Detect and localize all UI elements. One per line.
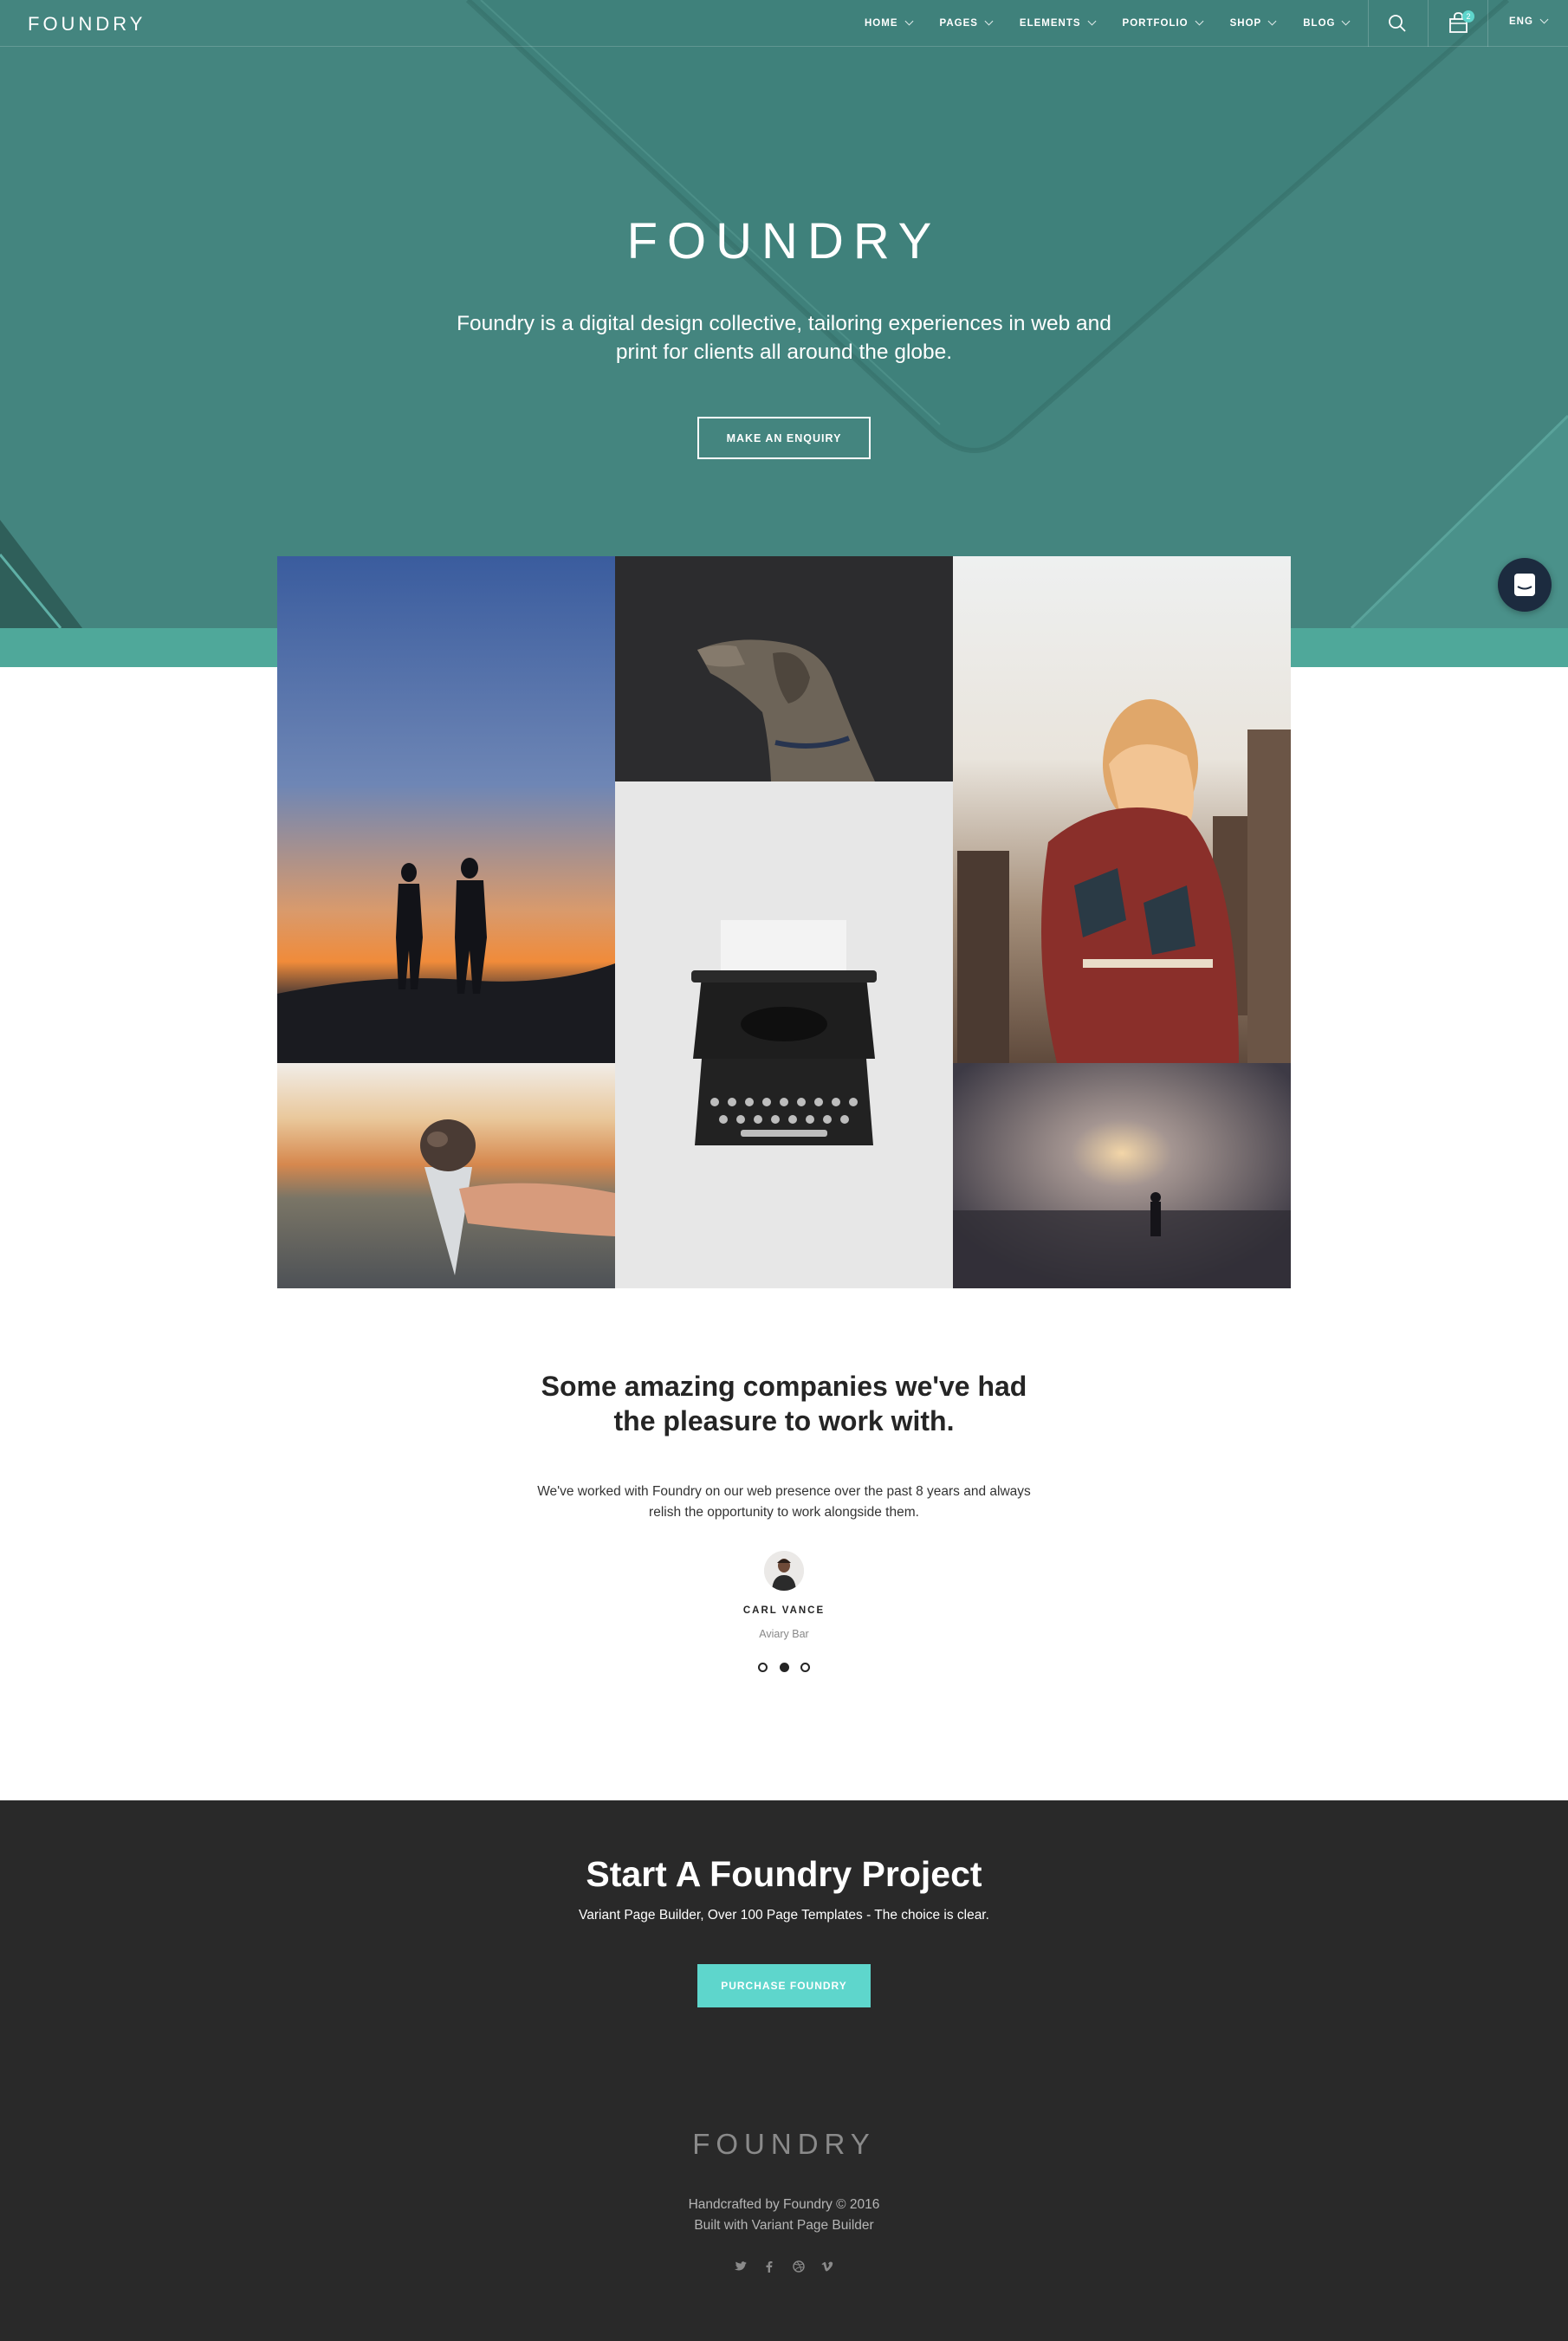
- language-selector[interactable]: ENG: [1509, 15, 1549, 27]
- gallery-image-ice-cream[interactable]: [277, 1063, 615, 1288]
- slider-dot-active[interactable]: [779, 1663, 789, 1672]
- language-label: ENG: [1509, 16, 1533, 27]
- nav-blog-label: BLOG: [1303, 18, 1336, 29]
- testimonial-company: Aviary Bar: [759, 1628, 809, 1640]
- dribbble-icon[interactable]: [790, 2258, 807, 2275]
- top-navbar: FOUNDRY HOME PAGES ELEMENTS PORTFOLIO SH…: [0, 0, 1568, 47]
- gallery-image-dog[interactable]: [615, 556, 953, 781]
- gallery-image-typewriter[interactable]: [615, 781, 953, 1288]
- cta-subtitle: Variant Page Builder, Over 100 Page Temp…: [579, 1908, 989, 1923]
- chevron-down-icon: [984, 16, 994, 26]
- chevron-down-icon: [904, 16, 913, 26]
- nav-divider: [1487, 0, 1488, 47]
- footer-section: Start A Foundry Project Variant Page Bui…: [0, 1800, 1568, 2341]
- nav-elements-label: ELEMENTS: [1019, 18, 1081, 29]
- cta-title: Start A Foundry Project: [586, 1854, 982, 1894]
- hero-subtitle: Foundry is a digital design collective, …: [457, 312, 1111, 364]
- twitter-icon[interactable]: [732, 2258, 749, 2275]
- nav-blog[interactable]: BLOG: [1303, 16, 1351, 29]
- slider-dot[interactable]: [800, 1663, 810, 1672]
- nav-pages-label: PAGES: [939, 18, 978, 29]
- chat-launcher-button[interactable]: [1498, 558, 1552, 612]
- nav-shop[interactable]: SHOP: [1229, 16, 1277, 29]
- testimonial-author: CARL VANCE: [742, 1605, 826, 1616]
- facebook-icon[interactable]: [761, 2258, 778, 2275]
- main-menu: HOME PAGES ELEMENTS PORTFOLIO SHOP BLOG: [865, 0, 1377, 47]
- cart-count-badge: 2: [1462, 10, 1474, 23]
- purchase-foundry-button[interactable]: PURCHASE FOUNDRY: [697, 1964, 871, 2007]
- vimeo-icon[interactable]: [819, 2258, 836, 2275]
- nav-portfolio-label: PORTFOLIO: [1122, 18, 1189, 29]
- nav-pages[interactable]: PAGES: [939, 16, 994, 29]
- chat-icon: [1514, 574, 1535, 596]
- slider-dot[interactable]: [758, 1663, 768, 1672]
- chevron-down-icon: [1195, 16, 1204, 26]
- testimonial-quote: We've worked with Foundry on our web pre…: [537, 1484, 1031, 1520]
- testimonial-heading: Some amazing companies we've had the ple…: [541, 1371, 1027, 1436]
- chevron-down-icon: [1342, 16, 1351, 26]
- nav-portfolio[interactable]: PORTFOLIO: [1122, 16, 1204, 29]
- image-gallery: [277, 556, 1291, 1288]
- nav-home[interactable]: HOME: [865, 16, 913, 29]
- gallery-image-foggy-field[interactable]: [953, 1063, 1291, 1288]
- avatar: [764, 1551, 804, 1591]
- footer-builder-credit: Built with Variant Page Builder: [694, 2218, 874, 2233]
- chevron-down-icon: [1539, 15, 1549, 24]
- search-icon[interactable]: [1386, 12, 1409, 35]
- nav-home-label: HOME: [865, 18, 898, 29]
- chevron-down-icon: [1267, 16, 1277, 26]
- nav-elements[interactable]: ELEMENTS: [1019, 16, 1096, 29]
- footer-copyright: Handcrafted by Foundry © 2016: [688, 2197, 880, 2212]
- nav-divider: [1428, 0, 1429, 47]
- social-links: [732, 2258, 836, 2275]
- chevron-down-icon: [1087, 16, 1096, 26]
- cart-button[interactable]: 2: [1447, 10, 1474, 36]
- slider-dots: [758, 1663, 810, 1675]
- brand-logo[interactable]: FOUNDRY: [28, 13, 146, 36]
- hero-section: FOUNDRY HOME PAGES ELEMENTS PORTFOLIO SH…: [0, 0, 1568, 628]
- footer-logo[interactable]: FOUNDRY: [0, 2128, 1568, 2161]
- make-enquiry-button[interactable]: MAKE AN ENQUIRY: [697, 417, 871, 459]
- nav-divider: [1368, 0, 1369, 47]
- gallery-image-woman-blanket[interactable]: [953, 556, 1291, 1063]
- hero-title: FOUNDRY: [626, 213, 942, 269]
- nav-shop-label: SHOP: [1229, 18, 1262, 29]
- gallery-image-couple-sunset[interactable]: [277, 556, 615, 1063]
